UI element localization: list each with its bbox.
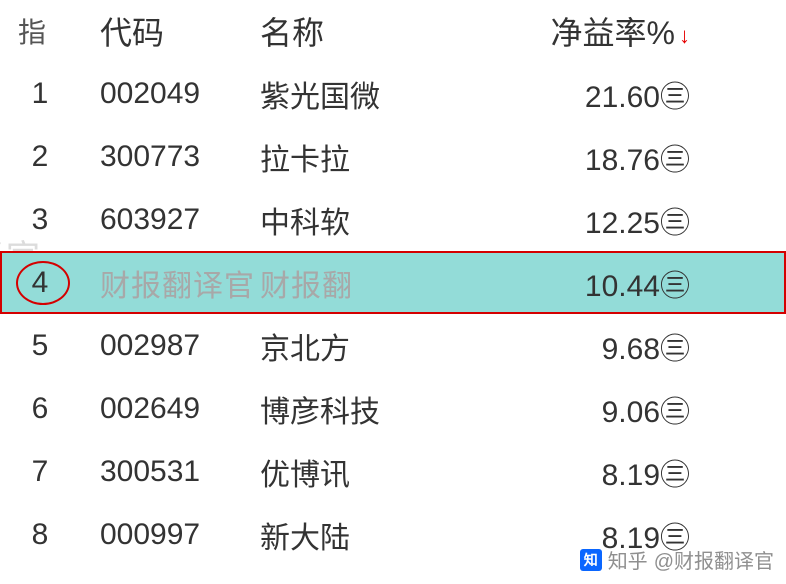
header-name[interactable]: 名称 (260, 8, 490, 54)
header-rate[interactable]: 净益率%↓ (490, 8, 710, 54)
stock-name: 优博讯 (260, 450, 490, 494)
table-row[interactable]: 1 002049 紫光国微 21.60㊂ (0, 62, 786, 125)
zhihu-icon: 知 (580, 549, 602, 571)
source-credit: 知 知乎 @财报翻译官 (580, 545, 774, 574)
table-row[interactable]: 3 603927 中科软 12.25㊂ (0, 188, 786, 251)
stock-code: 财报翻译官 (70, 261, 260, 305)
row-index: 3 (10, 203, 70, 237)
row-index: 2 (10, 140, 70, 174)
source-author: @财报翻译官 (654, 545, 774, 574)
stock-code: 002049 (70, 77, 260, 111)
stock-code: 002987 (70, 329, 260, 363)
source-platform: 知乎 (608, 545, 648, 574)
net-margin: 8.19㊂ (490, 450, 710, 494)
stock-code: 603927 (70, 203, 260, 237)
table-row[interactable]: 7 300531 优博讯 8.19㊂ (0, 440, 786, 503)
row-index: 1 (10, 77, 70, 111)
table-row[interactable]: 5 002987 京北方 9.68㊂ (0, 314, 786, 377)
stock-name: 拉卡拉 (260, 135, 490, 179)
net-margin: 10.44㊂ (490, 261, 710, 305)
row-index: 4 (10, 266, 70, 300)
header-zhi: 指 (10, 11, 70, 51)
stock-code: 300531 (70, 455, 260, 489)
header-code[interactable]: 代码 (70, 8, 260, 54)
stock-name: 京北方 (260, 324, 490, 368)
sort-desc-icon: ↓ (679, 23, 690, 48)
stock-code: 300773 (70, 140, 260, 174)
stock-table: 指 代码 名称 净益率%↓ 1 002049 紫光国微 21.60㊂ 2 300… (0, 0, 786, 566)
stock-name: 财报翻 (260, 261, 490, 305)
row-index: 5 (10, 329, 70, 363)
stock-code: 000997 (70, 518, 260, 552)
table-row[interactable]: 2 300773 拉卡拉 18.76㊂ (0, 125, 786, 188)
stock-code: 002649 (70, 392, 260, 426)
net-margin: 9.06㊂ (490, 387, 710, 431)
table-row[interactable]: 6 002649 博彦科技 9.06㊂ (0, 377, 786, 440)
net-margin: 21.60㊂ (490, 72, 710, 116)
stock-name: 新大陆 (260, 513, 490, 557)
row-index: 7 (10, 455, 70, 489)
stock-name: 紫光国微 (260, 72, 490, 116)
row-index: 6 (10, 392, 70, 426)
stock-name: 博彦科技 (260, 387, 490, 431)
net-margin: 9.68㊂ (490, 324, 710, 368)
header-rate-label: 净益率% (551, 15, 675, 51)
stock-name: 中科软 (260, 198, 490, 242)
row-index: 8 (10, 518, 70, 552)
net-margin: 12.25㊂ (490, 198, 710, 242)
table-header: 指 代码 名称 净益率%↓ (0, 0, 786, 62)
net-margin: 18.76㊂ (490, 135, 710, 179)
table-row-highlighted[interactable]: 4 财报翻译官 财报翻 10.44㊂ (0, 251, 786, 314)
